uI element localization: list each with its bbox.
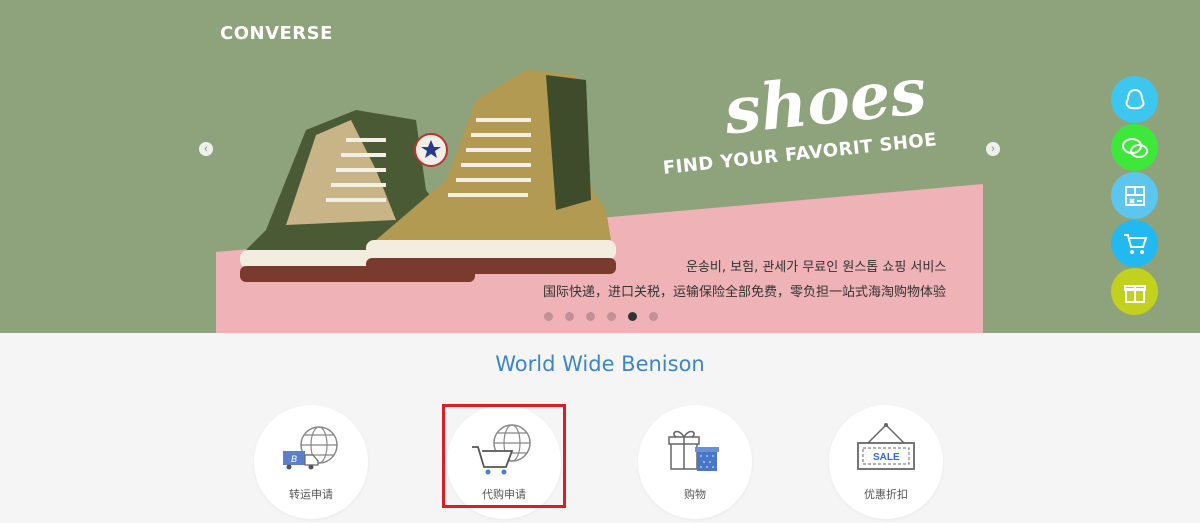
carousel-dot[interactable]	[649, 312, 658, 321]
service-purchase-request[interactable]: 代购申请	[447, 405, 561, 519]
banner-korean-text: 운송비, 보험, 관세가 무료인 원스톱 쇼핑 서비스	[686, 260, 947, 275]
shipping-truck-globe-icon: B	[283, 426, 338, 470]
carousel-dot[interactable]	[544, 312, 553, 321]
carousel-dot-active[interactable]	[628, 312, 637, 321]
shopping-cart-icon[interactable]	[1111, 220, 1158, 267]
gift-box-icon	[668, 430, 719, 471]
service-shipping-request[interactable]: B 转运申请	[254, 405, 368, 519]
banner-chinese-text: 国际快递，进口关税，运输保险全部免费，零负担一站式海淘购物体验	[543, 285, 947, 300]
service-discount[interactable]: SALE 优惠折扣	[829, 405, 943, 519]
hero-banner: CONVERSE shoes FIND YOUR FAVORIT SHOE 운송…	[0, 0, 1200, 333]
gift-icon[interactable]	[1111, 268, 1158, 315]
carousel-dots	[544, 312, 658, 321]
svg-text:B: B	[291, 454, 297, 464]
chevron-left-icon[interactable]: ‹	[199, 142, 213, 156]
qq-penguin-icon[interactable]	[1111, 76, 1158, 123]
carousel-dot[interactable]	[607, 312, 616, 321]
service-label: 购物	[684, 488, 706, 501]
carousel-dot[interactable]	[565, 312, 574, 321]
service-label: 转运申请	[289, 488, 333, 501]
sale-sign-icon: SALE	[857, 423, 915, 470]
sale-sign-text: SALE	[873, 452, 900, 463]
section-title: World Wide Benison	[495, 352, 705, 376]
cart-globe-icon	[472, 424, 531, 475]
service-label: 代购申请	[482, 488, 526, 501]
service-shopping[interactable]: 购物	[638, 405, 752, 519]
wechat-icon[interactable]	[1111, 124, 1158, 171]
chevron-right-icon[interactable]: ›	[986, 142, 1000, 156]
brand-logo: CONVERSE	[220, 23, 333, 44]
service-label: 优惠折扣	[864, 488, 908, 501]
calculator-icon[interactable]	[1111, 172, 1158, 219]
carousel-dot[interactable]	[586, 312, 595, 321]
